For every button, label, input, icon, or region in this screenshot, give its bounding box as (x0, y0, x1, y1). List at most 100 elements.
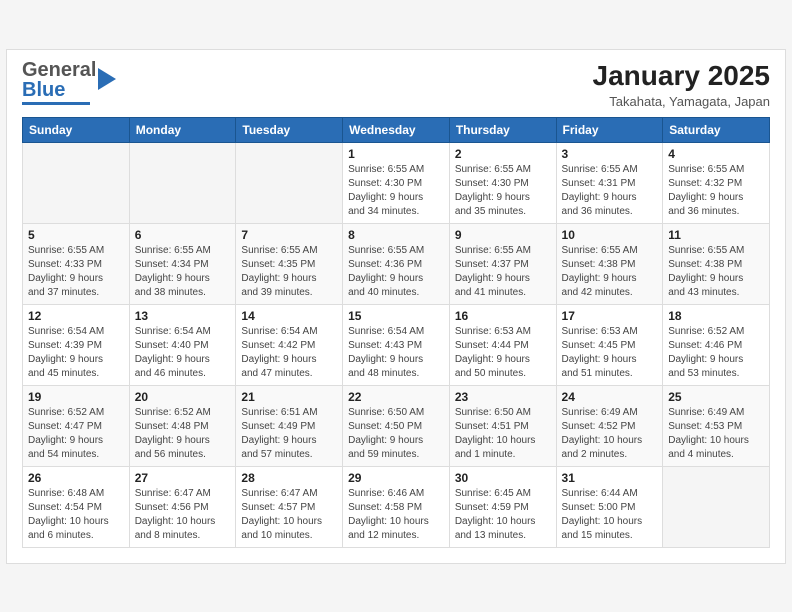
calendar-cell: 26 Sunrise: 6:48 AM Sunset: 4:54 PM Dayli… (23, 466, 130, 547)
weekday-saturday: Saturday (663, 117, 770, 142)
calendar-cell: 21Sunrise: 6:51 AM Sunset: 4:49 PM Dayli… (236, 385, 343, 466)
day-number: 16 (455, 309, 551, 323)
day-info: Sunrise: 6:52 AM Sunset: 4:46 PM Dayligh… (668, 325, 764, 381)
day-number: 17 (562, 309, 658, 323)
logo-icon: General Blue (22, 60, 116, 100)
weekday-friday: Friday (556, 117, 663, 142)
day-info: Sunrise: 6:55 AM Sunset: 4:33 PM Dayligh… (28, 244, 124, 300)
day-info: Sunrise: 6:54 AM Sunset: 4:43 PM Dayligh… (348, 325, 444, 381)
day-info: Sunrise: 6:54 AM Sunset: 4:40 PM Dayligh… (135, 325, 231, 381)
calendar-cell: 13Sunrise: 6:54 AM Sunset: 4:40 PM Dayli… (129, 304, 236, 385)
day-info: Sunrise: 6:55 AM Sunset: 4:30 PM Dayligh… (348, 163, 444, 219)
weekday-header-row: Sunday Monday Tuesday Wednesday Thursday… (23, 117, 770, 142)
calendar-cell: 23 Sunrise: 6:50 AM Sunset: 4:51 PM Dayli… (449, 385, 556, 466)
logo-underline (22, 102, 90, 105)
calendar-cell: 11Sunrise: 6:55 AM Sunset: 4:38 PM Dayli… (663, 223, 770, 304)
day-info: Sunrise: 6:47 AM Sunset: 4:57 PM Dayligh… (241, 487, 337, 543)
calendar-cell: 2 Sunrise: 6:55 AM Sunset: 4:30 PM Daylig… (449, 142, 556, 223)
weekday-monday: Monday (129, 117, 236, 142)
day-number: 15 (348, 309, 444, 323)
calendar-cell: 17 Sunrise: 6:53 AM Sunset: 4:45 PM Dayli… (556, 304, 663, 385)
calendar-week-row: 26 Sunrise: 6:48 AM Sunset: 4:54 PM Dayli… (23, 466, 770, 547)
day-number: 27 (135, 471, 231, 485)
day-info: Sunrise: 6:55 AM Sunset: 4:31 PM Dayligh… (562, 163, 658, 219)
calendar-cell: 16 Sunrise: 6:53 AM Sunset: 4:44 PM Dayli… (449, 304, 556, 385)
day-number: 25 (668, 390, 764, 404)
location-title: Takahata, Yamagata, Japan (593, 94, 770, 109)
calendar-cell: 18 Sunrise: 6:52 AM Sunset: 4:46 PM Dayli… (663, 304, 770, 385)
logo-wordmark: General Blue (22, 60, 96, 100)
day-number: 18 (668, 309, 764, 323)
day-number: 3 (562, 147, 658, 161)
logo: General Blue (22, 60, 116, 105)
calendar-cell: 9Sunrise: 6:55 AM Sunset: 4:37 PM Daylig… (449, 223, 556, 304)
day-info: Sunrise: 6:55 AM Sunset: 4:30 PM Dayligh… (455, 163, 551, 219)
day-info: Sunrise: 6:55 AM Sunset: 4:38 PM Dayligh… (562, 244, 658, 300)
day-number: 22 (348, 390, 444, 404)
day-info: Sunrise: 6:49 AM Sunset: 4:52 PM Dayligh… (562, 406, 658, 462)
calendar-cell: 1 Sunrise: 6:55 AM Sunset: 4:30 PM Daylig… (343, 142, 450, 223)
day-number: 7 (241, 228, 337, 242)
calendar-cell: 28Sunrise: 6:47 AM Sunset: 4:57 PM Dayli… (236, 466, 343, 547)
day-info: Sunrise: 6:55 AM Sunset: 4:36 PM Dayligh… (348, 244, 444, 300)
header: General Blue January 2025 Takahata, Yama… (22, 60, 770, 109)
day-info: Sunrise: 6:50 AM Sunset: 4:51 PM Dayligh… (455, 406, 551, 462)
day-number: 6 (135, 228, 231, 242)
calendar-cell: 12Sunrise: 6:54 AM Sunset: 4:39 PM Dayli… (23, 304, 130, 385)
day-info: Sunrise: 6:55 AM Sunset: 4:35 PM Dayligh… (241, 244, 337, 300)
day-number: 21 (241, 390, 337, 404)
day-info: Sunrise: 6:52 AM Sunset: 4:48 PM Dayligh… (135, 406, 231, 462)
logo-blue-text: Blue (22, 79, 65, 101)
day-number: 30 (455, 471, 551, 485)
calendar-container: General Blue January 2025 Takahata, Yama… (6, 49, 786, 564)
calendar-cell: 31 Sunrise: 6:44 AM Sunset: 5:00 PM Dayli… (556, 466, 663, 547)
day-number: 4 (668, 147, 764, 161)
calendar-week-row: 19Sunrise: 6:52 AM Sunset: 4:47 PM Dayli… (23, 385, 770, 466)
weekday-thursday: Thursday (449, 117, 556, 142)
day-number: 29 (348, 471, 444, 485)
calendar-cell: 24 Sunrise: 6:49 AM Sunset: 4:52 PM Dayli… (556, 385, 663, 466)
calendar-cell: 8 Sunrise: 6:55 AM Sunset: 4:36 PM Daylig… (343, 223, 450, 304)
day-info: Sunrise: 6:53 AM Sunset: 4:44 PM Dayligh… (455, 325, 551, 381)
day-number: 26 (28, 471, 124, 485)
day-number: 2 (455, 147, 551, 161)
day-number: 11 (668, 228, 764, 242)
day-info: Sunrise: 6:52 AM Sunset: 4:47 PM Dayligh… (28, 406, 124, 462)
day-info: Sunrise: 6:55 AM Sunset: 4:34 PM Dayligh… (135, 244, 231, 300)
calendar-cell: 27Sunrise: 6:47 AM Sunset: 4:56 PM Dayli… (129, 466, 236, 547)
weekday-wednesday: Wednesday (343, 117, 450, 142)
calendar-week-row: 5Sunrise: 6:55 AM Sunset: 4:33 PM Daylig… (23, 223, 770, 304)
day-number: 8 (348, 228, 444, 242)
calendar-cell: 30 Sunrise: 6:45 AM Sunset: 4:59 PM Dayli… (449, 466, 556, 547)
day-info: Sunrise: 6:46 AM Sunset: 4:58 PM Dayligh… (348, 487, 444, 543)
day-info: Sunrise: 6:53 AM Sunset: 4:45 PM Dayligh… (562, 325, 658, 381)
day-info: Sunrise: 6:45 AM Sunset: 4:59 PM Dayligh… (455, 487, 551, 543)
day-number: 1 (348, 147, 444, 161)
day-number: 23 (455, 390, 551, 404)
calendar-cell: 29 Sunrise: 6:46 AM Sunset: 4:58 PM Dayli… (343, 466, 450, 547)
day-number: 31 (562, 471, 658, 485)
day-info: Sunrise: 6:44 AM Sunset: 5:00 PM Dayligh… (562, 487, 658, 543)
calendar-cell: 14Sunrise: 6:54 AM Sunset: 4:42 PM Dayli… (236, 304, 343, 385)
weekday-tuesday: Tuesday (236, 117, 343, 142)
calendar-cell: 15 Sunrise: 6:54 AM Sunset: 4:43 PM Dayli… (343, 304, 450, 385)
calendar-cell (23, 142, 130, 223)
day-number: 24 (562, 390, 658, 404)
calendar-cell: 6 Sunrise: 6:55 AM Sunset: 4:34 PM Daylig… (129, 223, 236, 304)
calendar-week-row: 12Sunrise: 6:54 AM Sunset: 4:39 PM Dayli… (23, 304, 770, 385)
calendar-cell: 22Sunrise: 6:50 AM Sunset: 4:50 PM Dayli… (343, 385, 450, 466)
calendar-cell: 10Sunrise: 6:55 AM Sunset: 4:38 PM Dayli… (556, 223, 663, 304)
day-info: Sunrise: 6:49 AM Sunset: 4:53 PM Dayligh… (668, 406, 764, 462)
calendar-cell: 19Sunrise: 6:52 AM Sunset: 4:47 PM Dayli… (23, 385, 130, 466)
month-title: January 2025 (593, 60, 770, 92)
day-number: 9 (455, 228, 551, 242)
day-info: Sunrise: 6:55 AM Sunset: 4:32 PM Dayligh… (668, 163, 764, 219)
day-number: 20 (135, 390, 231, 404)
calendar-week-row: 1 Sunrise: 6:55 AM Sunset: 4:30 PM Daylig… (23, 142, 770, 223)
calendar-table: Sunday Monday Tuesday Wednesday Thursday… (22, 117, 770, 548)
calendar-cell: 25 Sunrise: 6:49 AM Sunset: 4:53 PM Dayli… (663, 385, 770, 466)
day-info: Sunrise: 6:54 AM Sunset: 4:42 PM Dayligh… (241, 325, 337, 381)
calendar-cell (236, 142, 343, 223)
day-info: Sunrise: 6:48 AM Sunset: 4:54 PM Dayligh… (28, 487, 124, 543)
calendar-cell: 3 Sunrise: 6:55 AM Sunset: 4:31 PM Daylig… (556, 142, 663, 223)
